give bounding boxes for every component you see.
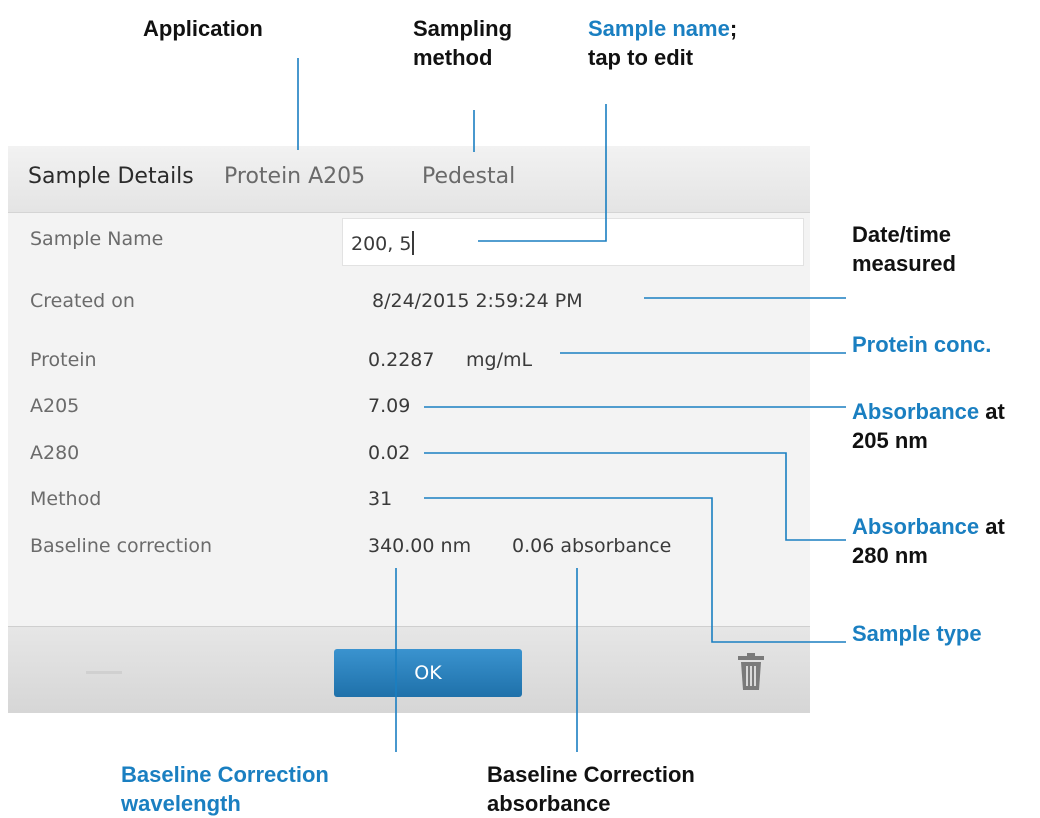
leader-sample-name (478, 104, 607, 242)
leader-abs280 (424, 452, 846, 541)
leader-sample-type (424, 497, 846, 643)
callout-leader-lines (297, 58, 846, 752)
